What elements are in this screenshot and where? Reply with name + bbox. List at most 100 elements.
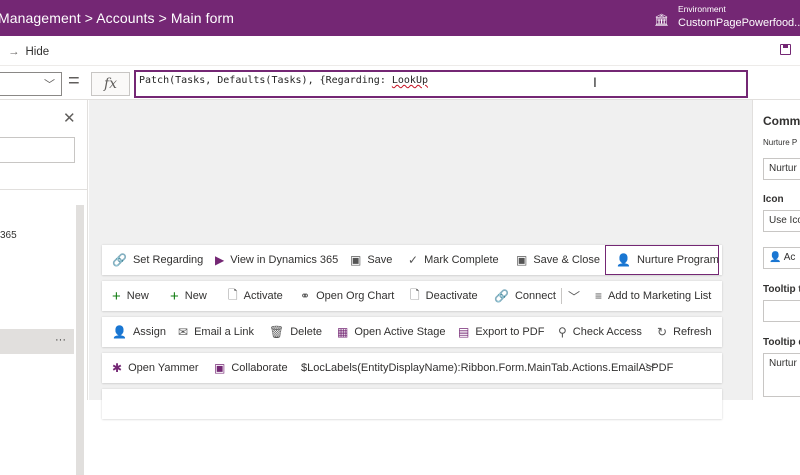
- save-icon[interactable]: [780, 44, 791, 55]
- new-button-2[interactable]: + New: [170, 281, 207, 311]
- formula-input[interactable]: Patch(Tasks, Defaults(Tasks), {Regarding…: [134, 70, 748, 98]
- button-label: New: [126, 290, 149, 302]
- environment-label: Environment: [678, 4, 726, 14]
- button-label: Delete: [290, 326, 323, 338]
- icon-preview[interactable]: 👤 Ac: [763, 247, 800, 269]
- view-in-dynamics-button[interactable]: ▶ View in Dynamics 365: [215, 245, 338, 275]
- chevron-down-icon: ﹀: [44, 79, 55, 91]
- dynamics-icon: ▶: [215, 253, 225, 267]
- refresh-button[interactable]: ↻ Refresh: [657, 317, 712, 347]
- person-icon: 👤: [769, 252, 784, 263]
- separator: [561, 288, 562, 304]
- button-label: Nurture Program: [636, 254, 719, 266]
- arrow-icon: →: [8, 46, 20, 58]
- org-chart-icon: ⚭: [300, 289, 311, 303]
- close-icon[interactable]: ✕: [63, 109, 76, 127]
- button-label: Add to Marketing List: [608, 290, 712, 302]
- button-label: Set Regarding: [132, 254, 204, 266]
- button-label: Email a Link: [194, 326, 254, 338]
- chevron-down-icon: ﹀: [645, 361, 658, 376]
- yammer-icon: ✱: [112, 361, 123, 375]
- document-icon: 🗋: [410, 287, 420, 302]
- button-label: Save: [367, 254, 393, 266]
- stage-icon: ▦: [337, 325, 349, 339]
- email-a-link-button[interactable]: ✉ Email a Link: [178, 317, 254, 347]
- hide-button[interactable]: → Hide: [8, 46, 49, 58]
- button-label: Activate: [243, 290, 283, 302]
- link-icon: 🔗: [112, 253, 127, 267]
- add-to-marketing-list-button[interactable]: ≡ Add to Marketing List: [595, 281, 711, 311]
- connect-icon: 🔗: [494, 289, 509, 303]
- button-label: Export to PDF: [475, 326, 545, 338]
- tooltip-title-label: Tooltip t: [763, 284, 800, 295]
- open-org-chart-button[interactable]: ⚭ Open Org Chart: [300, 281, 394, 311]
- set-regarding-button[interactable]: 🔗 Set Regarding: [112, 245, 203, 275]
- check-icon: ✓: [408, 253, 419, 267]
- person-icon: 👤: [616, 253, 631, 267]
- hide-label: Hide: [25, 46, 50, 58]
- button-label: Mark Complete: [424, 254, 499, 266]
- properties-panel: Comma Nurture P Nurtur Icon Use Ico 👤 Ac…: [752, 100, 800, 400]
- chevron-down-icon: ﹀: [568, 289, 581, 304]
- email-as-pdf-button[interactable]: $LocLabels(EntityDisplayName):Ribbon.For…: [301, 353, 673, 383]
- save-icon: ▣: [350, 253, 362, 267]
- equals-sign: =: [68, 70, 80, 92]
- property-dropdown[interactable]: ﹀: [0, 72, 62, 96]
- fx-button[interactable]: fx: [91, 72, 130, 96]
- email-pdf-chevron-button[interactable]: ﹀: [645, 353, 663, 383]
- tooltip-description-input[interactable]: Nurtur: [763, 353, 800, 397]
- panel-title: Comma: [763, 114, 800, 128]
- button-label: Refresh: [673, 326, 712, 338]
- divider: [0, 189, 88, 190]
- button-label: Deactivate: [425, 290, 478, 302]
- connect-button[interactable]: 🔗 Connect: [494, 281, 556, 311]
- text-cursor-icon: I: [593, 74, 597, 90]
- plus-icon: +: [170, 287, 179, 305]
- export-to-pdf-button[interactable]: ▤ Export to PDF: [458, 317, 544, 347]
- app-header: Management > Accounts > Main form 🏛 Envi…: [0, 0, 800, 36]
- tree-item-365[interactable]: 365: [0, 230, 17, 241]
- panel-subtitle: Nurture P: [763, 138, 798, 147]
- open-yammer-button[interactable]: ✱ Open Yammer: [112, 353, 199, 383]
- search-input[interactable]: [0, 137, 75, 163]
- key-icon: ⚲: [558, 325, 567, 339]
- tooltip-title-input[interactable]: [763, 300, 800, 322]
- nurture-program-button[interactable]: 👤 Nurture Program: [605, 245, 719, 275]
- button-label: View in Dynamics 365: [230, 254, 339, 266]
- button-label: Assign: [132, 326, 166, 338]
- command-bar-row-3: 👤 Assign ✉ Email a Link 🗑 Delete ▦ Open Acti…: [102, 317, 722, 347]
- icon-dropdown[interactable]: Use Ico: [763, 210, 800, 232]
- person-assign-icon: 👤: [112, 325, 127, 339]
- button-label: $LocLabels(EntityDisplayName):Ribbon.For…: [301, 362, 674, 374]
- assign-button[interactable]: 👤 Assign: [112, 317, 166, 347]
- tree-view-panel: ✕ 365 ···: [0, 100, 88, 475]
- more-chevron-button[interactable]: ﹀: [568, 281, 586, 311]
- activate-button[interactable]: 🗋 Activate: [228, 281, 283, 311]
- trash-icon: 🗑: [269, 325, 285, 339]
- collaborate-button[interactable]: ▣ Collaborate: [214, 353, 288, 383]
- command-bar-row-5: [102, 389, 722, 419]
- formula-text-error: LookUp: [391, 75, 428, 86]
- button-label: Collaborate: [231, 362, 288, 374]
- mark-complete-button[interactable]: ✓ Mark Complete: [408, 245, 499, 275]
- delete-button[interactable]: 🗑 Delete: [269, 317, 322, 347]
- check-access-button[interactable]: ⚲ Check Access: [558, 317, 642, 347]
- more-options-icon[interactable]: ···: [55, 334, 66, 346]
- deactivate-button[interactable]: 🗋 Deactivate: [410, 281, 478, 311]
- save-button[interactable]: ▣ Save: [350, 245, 392, 275]
- open-active-stage-button[interactable]: ▦ Open Active Stage: [337, 317, 445, 347]
- button-label: Open Org Chart: [316, 290, 395, 302]
- button-label: Save & Close: [533, 254, 600, 266]
- command-bar-row-2: + New + New 🗋 Activate ⚭ Open Org Chart 🗋 Dea…: [102, 281, 722, 311]
- formula-text-ok: Patch(Tasks, Defaults(Tasks), {Regarding…: [139, 75, 392, 86]
- button-label: New: [184, 290, 207, 302]
- save-close-button[interactable]: ▣ Save & Close: [516, 245, 600, 275]
- new-button-1[interactable]: + New: [112, 281, 149, 311]
- command-bar-row-1: 🔗 Set Regarding ▶ View in Dynamics 365 ▣ Sa…: [102, 245, 722, 275]
- command-bar-row-4: ✱ Open Yammer ▣ Collaborate $LocLabels(Ent…: [102, 353, 722, 383]
- teams-icon: ▣: [214, 361, 226, 375]
- label-input[interactable]: Nurtur: [763, 158, 800, 180]
- document-icon: 🗋: [228, 287, 238, 302]
- icon-preview-text: Ac: [783, 252, 796, 263]
- scrollbar[interactable]: [76, 205, 84, 475]
